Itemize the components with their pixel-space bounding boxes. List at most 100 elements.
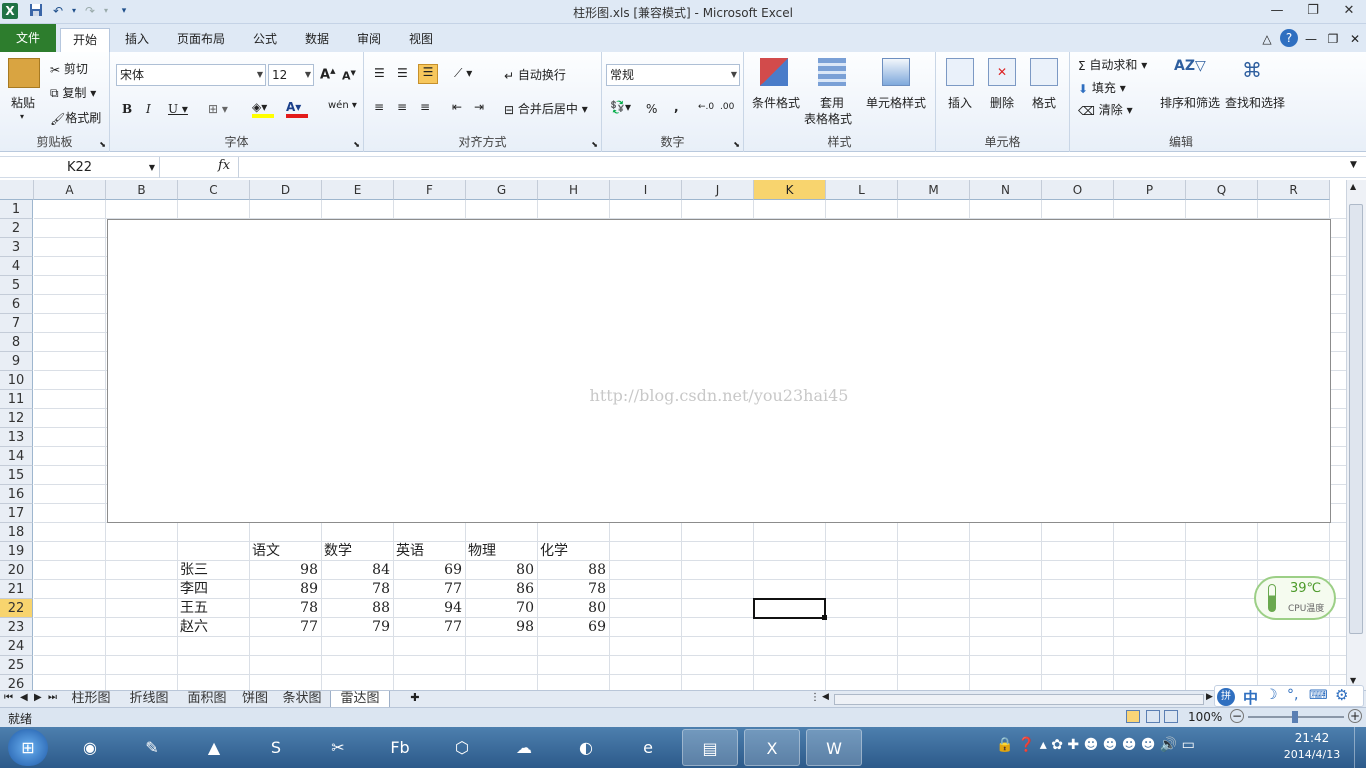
sheet-tab[interactable]: 条状图 [274, 691, 330, 708]
conditional-format-button[interactable]: 条件格式 [752, 94, 800, 111]
tab-home[interactable]: 开始 [60, 28, 110, 52]
row-header[interactable]: 18 [0, 523, 33, 542]
ime-toolbar[interactable]: 拼 中 ☽ °, ⌨ ⚙ [1214, 685, 1364, 707]
table-header-cell[interactable]: 语文 [252, 542, 322, 561]
currency-icon[interactable]: 💱▾ [610, 100, 631, 114]
row-header[interactable]: 7 [0, 314, 33, 333]
format-cells-button[interactable]: 格式 [1032, 94, 1056, 111]
fill-button[interactable]: ⬇ 填充 ▾ [1078, 79, 1126, 96]
ie-icon[interactable]: e [620, 729, 676, 766]
zoom-out-icon[interactable]: − [1230, 709, 1244, 723]
table-value-cell[interactable]: 98 [250, 561, 321, 580]
sheet-tab[interactable]: 柱形图 [62, 691, 120, 708]
new-sheet-icon[interactable]: ✚ [404, 691, 426, 708]
find-select-button[interactable]: 查找和选择 [1225, 94, 1285, 111]
doc-minimize-icon[interactable]: — [1302, 28, 1320, 52]
eclipse-icon[interactable]: ◉ [62, 729, 118, 766]
chart-area[interactable]: http://blog.csdn.net/you23hai45 [107, 219, 1331, 523]
font-size-select[interactable]: 12 ▼ [268, 64, 314, 86]
comma-button[interactable]: , [674, 100, 679, 114]
font-color-icon[interactable]: A▾ [286, 100, 308, 118]
table-value-cell[interactable]: 94 [394, 599, 465, 618]
row-header[interactable]: 15 [0, 466, 33, 485]
column-header[interactable]: H [538, 180, 610, 200]
row-header[interactable]: 21 [0, 580, 33, 599]
doc-restore-icon[interactable]: ❐ [1324, 28, 1342, 52]
table-header-cell[interactable]: 化学 [540, 542, 610, 561]
decrease-decimal-icon[interactable]: .00 [720, 102, 734, 112]
help-icon[interactable]: ? [1280, 29, 1298, 47]
column-header[interactable]: E [322, 180, 394, 200]
align-center-icon[interactable]: ≡ [397, 100, 407, 114]
horizontal-scroll-thumb[interactable] [834, 694, 1204, 705]
column-header[interactable]: P [1114, 180, 1186, 200]
tab-view[interactable]: 视图 [398, 28, 444, 52]
fill-color-icon[interactable]: ◈▾ [252, 100, 274, 118]
column-header[interactable]: K [754, 180, 826, 200]
alignment-launcher-icon[interactable]: ⬊ [591, 140, 598, 149]
table-value-cell[interactable]: 86 [466, 580, 537, 599]
column-header[interactable]: L [826, 180, 898, 200]
row-header[interactable]: 2 [0, 219, 33, 238]
ime-lang-toggle[interactable]: 中 [1243, 687, 1258, 708]
column-header[interactable]: G [466, 180, 538, 200]
row-header[interactable]: 14 [0, 447, 33, 466]
clock-date[interactable]: 2014/4/13 [1280, 748, 1344, 761]
row-header[interactable]: 9 [0, 352, 33, 371]
column-header[interactable]: M [898, 180, 970, 200]
table-value-cell[interactable]: 78 [538, 580, 609, 599]
page-layout-view-icon[interactable] [1146, 710, 1160, 723]
font-launcher-icon[interactable]: ⬊ [353, 140, 360, 149]
normal-view-icon[interactable] [1126, 710, 1140, 723]
fx-icon[interactable]: fx [218, 158, 230, 173]
paste-button[interactable]: 粘贴 [11, 94, 35, 111]
tab-insert[interactable]: 插入 [114, 28, 160, 52]
row-header[interactable]: 20 [0, 561, 33, 580]
sheet-tab[interactable]: 折线图 [120, 691, 178, 708]
tab-split-handle[interactable]: ⋮ [810, 692, 820, 703]
formula-input[interactable] [238, 157, 1348, 178]
row-header[interactable]: 17 [0, 504, 33, 523]
scroll-right-icon[interactable]: ▶ [1206, 692, 1213, 702]
table-name-cell[interactable]: 王五 [180, 599, 250, 618]
table-name-cell[interactable]: 李四 [180, 580, 250, 599]
table-value-cell[interactable]: 89 [250, 580, 321, 599]
tab-review[interactable]: 审阅 [346, 28, 392, 52]
align-middle-icon[interactable]: ☰ [397, 66, 408, 80]
font-name-select[interactable]: 宋体 ▼ [116, 64, 266, 86]
table-value-cell[interactable]: 80 [466, 561, 537, 580]
restore-icon[interactable]: ❐ [1302, 2, 1324, 20]
first-sheet-icon[interactable]: ⏮ [4, 692, 13, 703]
decrease-indent-icon[interactable]: ⇤ [452, 100, 462, 114]
sheet-tab[interactable]: 饼图 [236, 691, 274, 708]
paste-dropdown-icon[interactable]: ▾ [20, 112, 24, 121]
selected-cell[interactable] [753, 598, 827, 620]
column-header[interactable]: I [610, 180, 682, 200]
format-painter-button[interactable]: 🖌格式刷 [50, 109, 101, 126]
last-sheet-icon[interactable]: ⏭ [48, 692, 57, 703]
align-left-icon[interactable]: ≡ [374, 100, 384, 114]
orientation-icon[interactable]: ⟋ ▾ [454, 66, 472, 81]
column-header[interactable]: A [34, 180, 106, 200]
column-header[interactable]: D [250, 180, 322, 200]
settings-icon[interactable]: ⚙ [1335, 686, 1348, 704]
prev-sheet-icon[interactable]: ◀ [20, 692, 28, 703]
table-value-cell[interactable]: 98 [466, 618, 537, 637]
table-value-cell[interactable]: 70 [466, 599, 537, 618]
copy-button[interactable]: ⧉ 复制 ▾ [50, 84, 96, 101]
fill-handle[interactable] [822, 615, 827, 620]
column-header[interactable]: O [1042, 180, 1114, 200]
tab-data[interactable]: 数据 [294, 28, 340, 52]
table-value-cell[interactable]: 80 [538, 599, 609, 618]
virtualbox-icon[interactable]: ⬡ [434, 729, 490, 766]
column-header[interactable]: N [970, 180, 1042, 200]
table-value-cell[interactable]: 78 [250, 599, 321, 618]
row-header[interactable]: 8 [0, 333, 33, 352]
keyboard-icon[interactable]: ⌨ [1309, 688, 1328, 703]
tray-icons[interactable]: 🔒 ❓ ▴ ✿ ✚ ☻ ☻ ☻ ☻ 🔊 ▭ [996, 737, 1195, 753]
underline-icon[interactable]: U ▾ [168, 102, 188, 116]
column-header[interactable]: C [178, 180, 250, 200]
table-format-line1[interactable]: 套用 [820, 94, 844, 111]
row-header[interactable]: 13 [0, 428, 33, 447]
table-header-cell[interactable]: 数学 [324, 542, 394, 561]
